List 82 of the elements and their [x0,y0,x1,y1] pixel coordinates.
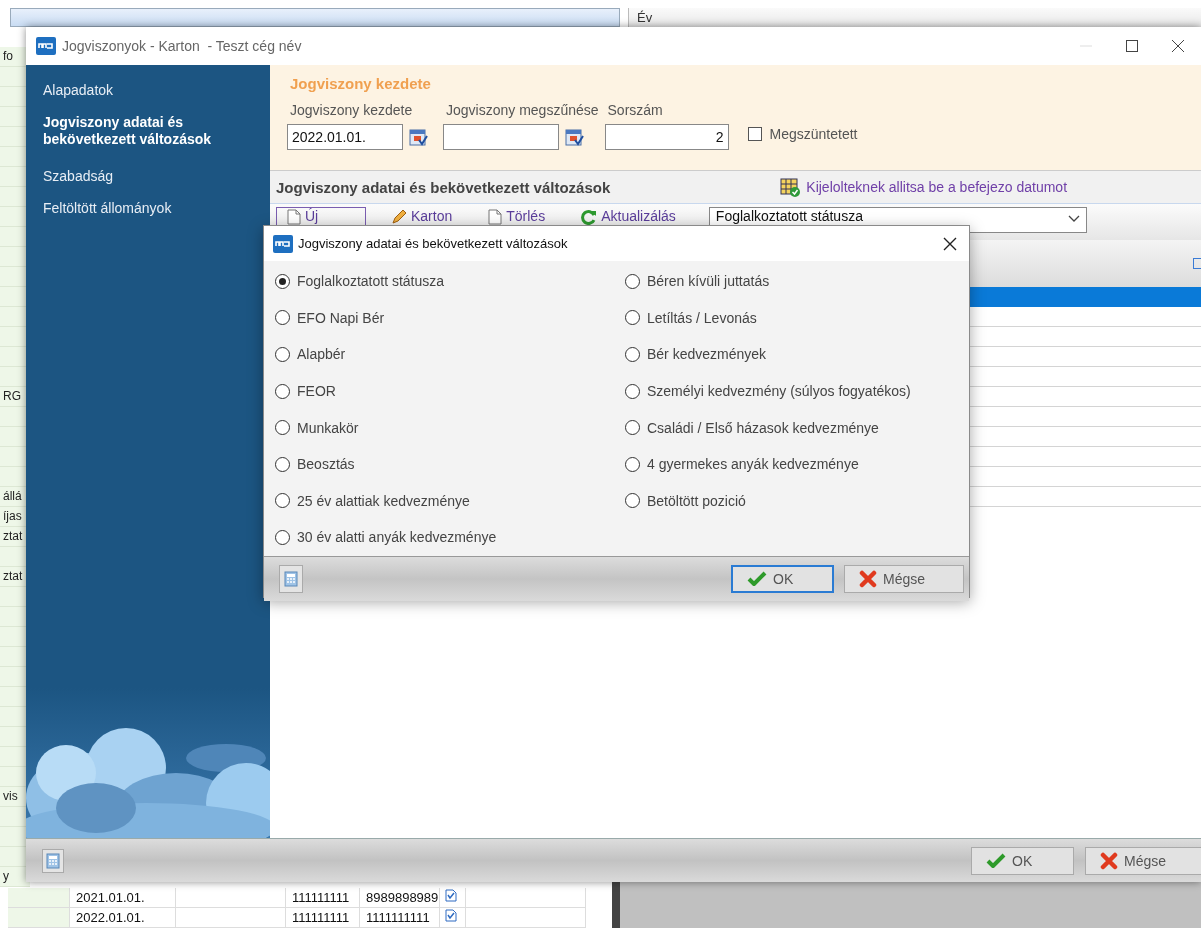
number-field[interactable]: 2 [604,124,729,150]
window-title: Jogviszonyok - Karton - Teszt cég név [62,38,302,54]
calculator-icon [46,852,60,869]
table-cell: 111111111 [286,908,360,928]
app-logo-icon [36,37,56,55]
radio-label[interactable]: 25 év alattiak kedvezménye [297,492,470,509]
radio-label[interactable]: Foglalkoztatott státusza [297,273,445,290]
column-header: Év [628,8,1201,27]
ok-button[interactable]: OK [971,846,1074,875]
radio-button[interactable] [625,456,640,472]
maximize-icon[interactable] [1126,40,1138,52]
radio-label[interactable]: 30 év alatti anyák kedvezménye [297,529,497,546]
toolbar-button[interactable]: Aktualizálás [570,207,687,237]
cancel-button[interactable]: Mégse [1085,846,1201,875]
table-cell: 111111111 [286,888,360,908]
radio-button[interactable] [275,310,290,326]
cancel-button[interactable]: Mégse [844,564,964,593]
radio-label[interactable]: EFO Napi Bér [297,309,385,326]
sidebar-item[interactable]: Szabadság [43,168,233,185]
radio-button[interactable] [625,493,640,509]
radio-button[interactable] [275,456,290,472]
dialog-title: Jogviszony adatai és bekövetkezett változások [298,236,568,251]
field-label: Jogviszony megszűnése [446,102,599,118]
radio-button[interactable] [625,347,640,362]
radio-button[interactable] [625,310,640,326]
radio-button[interactable] [275,383,290,399]
radio-button[interactable] [275,347,290,362]
radio-button[interactable] [275,493,290,509]
radio-label[interactable]: Betöltött pozició [647,492,746,509]
date-field[interactable] [443,124,559,150]
ok-button[interactable]: OK [731,564,834,593]
cross-icon [1100,851,1118,870]
calculator-button[interactable] [279,564,303,593]
table-cell: 8989898989 [360,888,440,908]
radio-button[interactable] [275,273,290,289]
radio-label[interactable]: Letíltás / Levonás [647,309,757,326]
link[interactable]: Kijelolteknek allitsa be a befejezo datumot [806,179,1068,195]
checkbox[interactable] [747,127,762,141]
table-cell: 2022.01.01. [70,908,176,928]
radio-label[interactable]: FEOR [297,383,336,400]
close-icon[interactable] [1172,40,1184,52]
calendar-check-icon [780,177,801,197]
check-icon [986,852,1006,869]
radio-label[interactable]: Béren kívüli juttatás [647,273,770,290]
radio-label[interactable]: Beosztás [297,456,355,473]
close-icon[interactable] [943,236,957,251]
date-field[interactable]: 2022.01.01. [287,124,403,150]
radio-button[interactable] [625,420,640,436]
radio-button[interactable] [275,420,290,436]
radio-label[interactable]: Személyi kedvezmény (súlyos fogyatékos) [647,383,911,400]
radio-label[interactable]: Bér kedvezmények [647,346,767,363]
calculator-icon [284,570,298,587]
table-cell [8,908,70,928]
table-cell: 1111111111 [360,908,440,928]
sidebar-item[interactable]: Jogviszony adatai és bekövetkezett változások [43,114,233,148]
radio-button[interactable] [625,383,640,399]
radio-button[interactable] [275,529,290,545]
radio-label[interactable]: Munkakör [297,419,359,436]
section-title: Jogviszony kezdete [290,75,432,92]
radio-button[interactable] [625,273,640,289]
refresh-icon [581,209,598,225]
toolbar-button[interactable]: Karton [380,207,464,237]
table-cell [8,888,70,908]
check-icon [747,570,767,587]
field-label: Sorszám [607,102,664,118]
radio-label[interactable]: 4 gyermekes anyák kedvezménye [647,456,859,473]
cross-icon [859,569,877,588]
toolbar-button[interactable]: Törlés [477,207,557,237]
app-logo-icon [273,234,293,253]
calendar-icon[interactable] [564,127,584,147]
radio-label[interactable]: Alapbér [297,346,346,363]
table-cell: 2021.01.01. [70,888,176,908]
calculator-button[interactable] [42,848,64,873]
chevron-down-icon [1067,215,1080,223]
checkbox-label: Megszüntetett [769,126,858,142]
sidebar-item[interactable]: Feltöltött állományok [43,200,233,217]
field-label: Jogviszony kezdete [290,102,414,118]
section-title: Jogviszony adatai és bekövetkezett változások [276,178,611,196]
sidebar-item[interactable]: Alapadatok [43,82,233,99]
column-chooser-icon [1193,257,1201,270]
calendar-icon[interactable] [408,127,428,147]
radio-label[interactable]: Családi / Első házasok kedvezménye [647,419,879,436]
